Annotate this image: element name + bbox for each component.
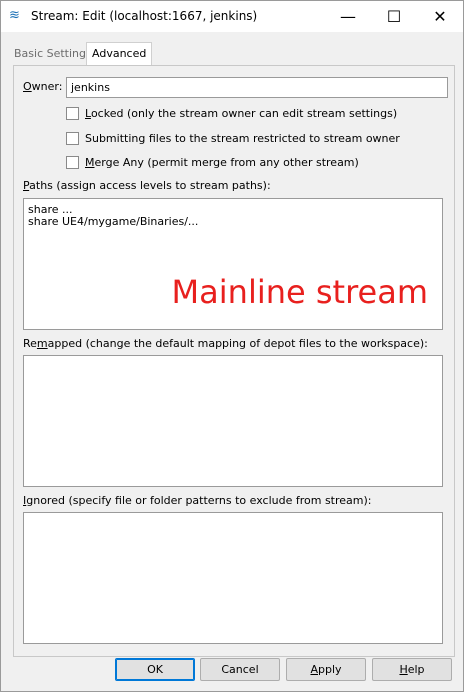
locked-checkbox[interactable] — [66, 106, 79, 120]
locked-label: Locked (only the stream owner can edit s… — [85, 106, 398, 120]
ok-button[interactable]: OK — [115, 658, 195, 681]
title-bar[interactable]: ≋ Stream: Edit (localhost:1667, jenkins)… — [1, 1, 463, 32]
apply-button-label: Apply — [310, 663, 342, 676]
tab-advanced[interactable]: Advanced — [86, 42, 153, 67]
ignored-label: Ignored (specify file or folder patterns… — [23, 494, 372, 507]
cancel-button-label: Cancel — [221, 663, 259, 676]
close-button[interactable]: ✕ — [417, 1, 463, 32]
cancel-button[interactable]: Cancel — [200, 658, 280, 681]
minimize-icon: — — [340, 7, 356, 26]
restrict-submit-option[interactable]: Submitting files to the stream restricte… — [66, 130, 400, 146]
merge-any-option[interactable]: Merge Any (permit merge from any other s… — [66, 154, 359, 170]
tab-basic-settings[interactable]: Basic Settings — [9, 43, 97, 64]
minimize-button[interactable]: — — [325, 1, 371, 32]
help-button-label: Help — [399, 663, 425, 676]
owner-label: Owner: — [23, 80, 63, 93]
ok-button-label: OK — [147, 663, 163, 676]
maximize-icon: ☐ — [386, 7, 402, 26]
restrict-submit-checkbox[interactable] — [66, 131, 79, 145]
merge-any-label: Merge Any (permit merge from any other s… — [85, 155, 359, 169]
paths-textbox[interactable]: share ... share UE4/mygame/Binaries/... … — [23, 198, 443, 330]
owner-field[interactable]: jenkins — [66, 77, 448, 98]
merge-any-checkbox[interactable] — [66, 155, 79, 169]
stream-icon: ≋ — [9, 8, 20, 23]
maximize-button[interactable]: ☐ — [371, 1, 417, 32]
help-button[interactable]: Help — [372, 658, 452, 681]
paths-label: Paths (assign access levels to stream pa… — [23, 179, 271, 192]
remapped-label: Remapped (change the default mapping of … — [23, 337, 428, 350]
advanced-panel: Owner: jenkins Locked (only the stream o… — [13, 65, 455, 657]
restrict-submit-label: Submitting files to the stream restricte… — [85, 131, 400, 145]
path-line: share UE4/mygame/Binaries/... — [28, 215, 199, 228]
remapped-textbox[interactable] — [23, 355, 443, 487]
close-icon: ✕ — [433, 7, 447, 26]
mainline-stream-annotation: Mainline stream — [171, 273, 428, 311]
apply-button[interactable]: Apply — [286, 658, 366, 681]
window-title: Stream: Edit (localhost:1667, jenkins) — [31, 9, 258, 23]
ignored-textbox[interactable] — [23, 512, 443, 644]
dialog-window: ≋ Stream: Edit (localhost:1667, jenkins)… — [0, 0, 464, 692]
locked-option[interactable]: Locked (only the stream owner can edit s… — [66, 105, 397, 121]
